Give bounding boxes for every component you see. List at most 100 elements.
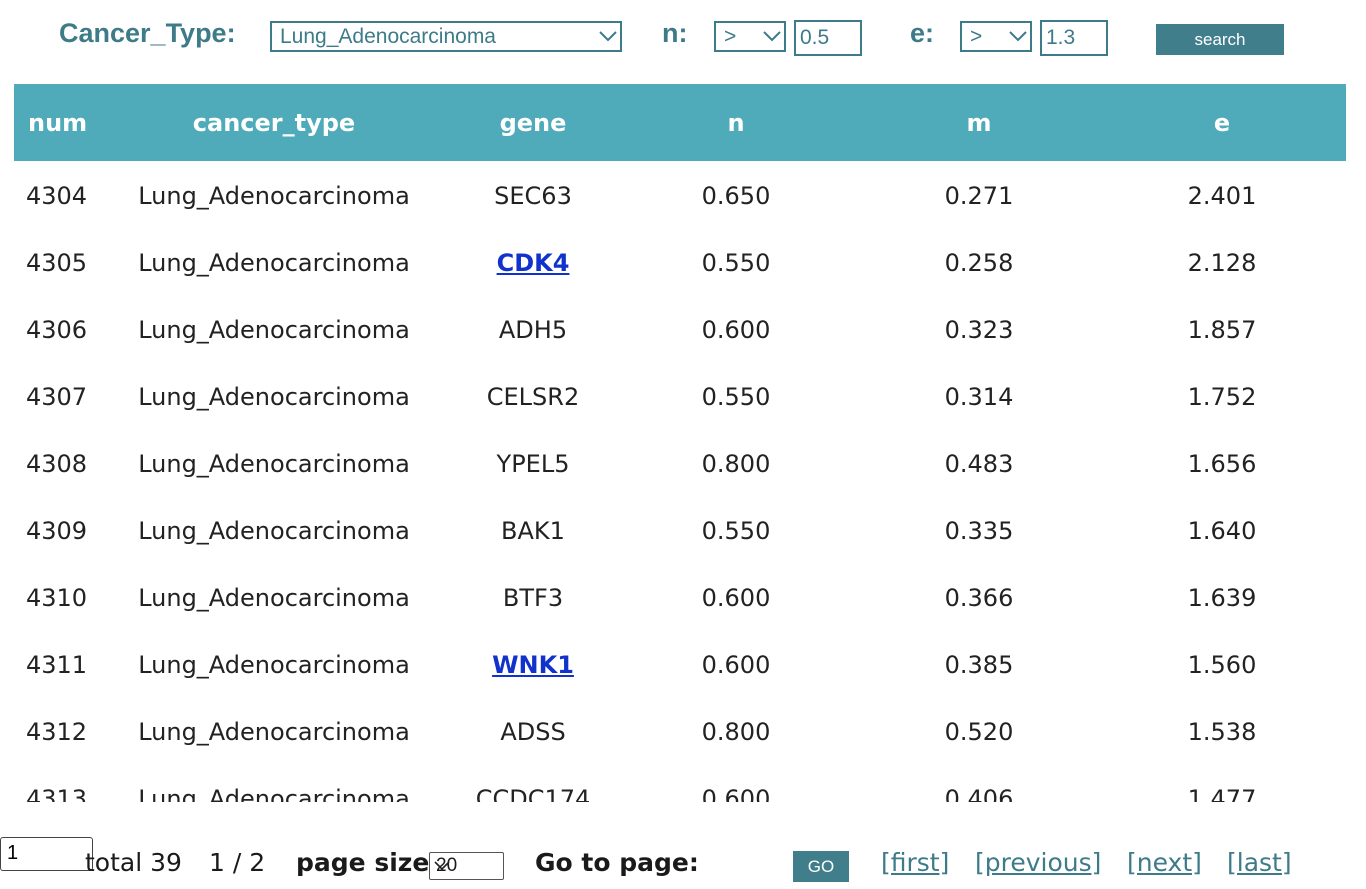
cancer-type-select-value: Lung_Adenocarcinoma bbox=[280, 24, 496, 48]
cell-cancer-type: Lung_Adenocarcinoma bbox=[138, 449, 410, 478]
cell-gene: BAK1 bbox=[501, 516, 565, 545]
header-cancer-type[interactable]: cancer_type bbox=[136, 109, 412, 137]
cell-n: 0.600 bbox=[701, 583, 771, 612]
cell-n: 0.600 bbox=[701, 650, 771, 679]
e-value-input[interactable] bbox=[1040, 20, 1108, 56]
go-button[interactable]: GO bbox=[793, 851, 849, 882]
cell-e: 1.752 bbox=[1187, 382, 1257, 411]
cell-num: 4307 bbox=[26, 382, 88, 411]
e-operator-select[interactable]: > bbox=[960, 21, 1032, 52]
cell-m: 0.314 bbox=[944, 382, 1014, 411]
cell-gene: WNK1 bbox=[412, 651, 654, 679]
chevron-down-icon bbox=[1006, 31, 1030, 42]
table-row: 4313 Lung_Adenocarcinoma CCDC174 0.600 0.406… bbox=[14, 765, 1346, 803]
chevron-down-icon bbox=[760, 31, 784, 42]
n-label: n: bbox=[662, 18, 688, 48]
cell-e: 1.640 bbox=[1187, 516, 1257, 545]
cell-gene: CDK4 bbox=[412, 249, 654, 277]
cell-e: 1.857 bbox=[1187, 315, 1257, 344]
table-row: 4310 Lung_Adenocarcinoma BTF3 0.600 0.366 1.6… bbox=[14, 564, 1346, 631]
cell-n: 0.600 bbox=[701, 784, 771, 803]
cell-m: 0.366 bbox=[944, 583, 1014, 612]
cell-num: 4308 bbox=[26, 449, 88, 478]
page-size-select[interactable]: 20 bbox=[429, 852, 504, 880]
cell-e: 1.477 bbox=[1187, 784, 1257, 803]
chevron-down-icon bbox=[430, 861, 454, 871]
cell-e: 1.656 bbox=[1187, 449, 1257, 478]
table-row: 4304 Lung_Adenocarcinoma SEC63 0.650 0.271 2.… bbox=[14, 162, 1346, 229]
cell-gene: CCDC174 bbox=[475, 784, 591, 803]
cell-num: 4311 bbox=[26, 650, 88, 679]
cell-n: 0.650 bbox=[701, 181, 771, 210]
table-row: 4307 Lung_Adenocarcinoma CELSR2 0.550 0.314 1… bbox=[14, 363, 1346, 430]
cell-cancer-type: Lung_Adenocarcinoma bbox=[138, 784, 410, 803]
cell-n: 0.800 bbox=[701, 717, 771, 746]
cell-cancer-type: Lung_Adenocarcinoma bbox=[138, 248, 410, 277]
cell-gene: ADH5 bbox=[498, 315, 568, 344]
header-e[interactable]: e bbox=[1140, 109, 1304, 137]
e-operator-value: > bbox=[970, 24, 983, 48]
header-m[interactable]: m bbox=[818, 109, 1140, 137]
n-operator-value: > bbox=[724, 24, 737, 48]
cancer-type-select[interactable]: Lung_Adenocarcinoma bbox=[270, 21, 622, 52]
previous-page-link[interactable]: [previous] bbox=[975, 848, 1101, 877]
search-button[interactable]: search bbox=[1156, 24, 1284, 55]
cell-e: 1.639 bbox=[1187, 583, 1257, 612]
e-label: e: bbox=[910, 18, 935, 48]
cell-e: 2.128 bbox=[1187, 248, 1257, 277]
chevron-down-icon bbox=[596, 31, 620, 42]
cell-cancer-type: Lung_Adenocarcinoma bbox=[138, 516, 410, 545]
cell-m: 0.271 bbox=[944, 181, 1014, 210]
table-row: 4312 Lung_Adenocarcinoma ADSS 0.800 0.520 1.5… bbox=[14, 698, 1346, 765]
cell-e: 1.538 bbox=[1187, 717, 1257, 746]
n-value-input[interactable] bbox=[794, 20, 862, 56]
table-row: 4308 Lung_Adenocarcinoma YPEL5 0.800 0.483 1.… bbox=[14, 430, 1346, 497]
table-row: 4309 Lung_Adenocarcinoma BAK1 0.550 0.335 1.6… bbox=[14, 497, 1346, 564]
go-to-page-input[interactable] bbox=[0, 836, 93, 871]
header-num[interactable]: num bbox=[14, 109, 136, 137]
cell-num: 4312 bbox=[26, 717, 88, 746]
total-count: total 39 bbox=[85, 848, 182, 877]
cell-cancer-type: Lung_Adenocarcinoma bbox=[138, 181, 410, 210]
cell-cancer-type: Lung_Adenocarcinoma bbox=[138, 315, 410, 344]
gene-link[interactable]: WNK1 bbox=[492, 651, 574, 679]
cell-gene: ADSS bbox=[500, 717, 566, 746]
cell-n: 0.550 bbox=[701, 382, 771, 411]
cell-m: 0.483 bbox=[944, 449, 1014, 478]
cell-e: 1.560 bbox=[1187, 650, 1257, 679]
cell-num: 4305 bbox=[26, 248, 88, 277]
cell-n: 0.550 bbox=[701, 516, 771, 545]
cell-num: 4306 bbox=[26, 315, 88, 344]
cancer-type-label: Cancer_Type: bbox=[59, 18, 236, 48]
header-gene[interactable]: gene bbox=[412, 109, 654, 137]
cell-num: 4309 bbox=[26, 516, 88, 545]
cell-m: 0.406 bbox=[944, 784, 1014, 803]
table-row: 4305 Lung_Adenocarcinoma CDK4 0.550 0.258 2.1… bbox=[14, 229, 1346, 296]
cell-gene: YPEL5 bbox=[496, 449, 570, 478]
first-page-link[interactable]: [first] bbox=[881, 848, 949, 877]
cell-m: 0.385 bbox=[944, 650, 1014, 679]
cell-gene: BTF3 bbox=[502, 583, 564, 612]
pagination-bar: total 39 1 / 2 page size: 20 Go to page:… bbox=[0, 836, 1366, 886]
last-page-link[interactable]: [last] bbox=[1227, 848, 1292, 877]
cell-n: 0.600 bbox=[701, 315, 771, 344]
filter-bar: Cancer_Type: Lung_Adenocarcinoma n: > e:… bbox=[0, 0, 1366, 80]
cell-cancer-type: Lung_Adenocarcinoma bbox=[138, 382, 410, 411]
table-header: num cancer_type gene n m e bbox=[14, 84, 1346, 161]
header-n[interactable]: n bbox=[654, 109, 818, 137]
cell-gene: CELSR2 bbox=[486, 382, 580, 411]
go-to-page-label: Go to page: bbox=[535, 848, 699, 877]
cell-e: 2.401 bbox=[1187, 181, 1257, 210]
cell-m: 0.323 bbox=[944, 315, 1014, 344]
cell-num: 4304 bbox=[26, 181, 88, 210]
cell-n: 0.550 bbox=[701, 248, 771, 277]
cell-num: 4310 bbox=[26, 583, 88, 612]
table-row: 4306 Lung_Adenocarcinoma ADH5 0.600 0.323 1.8… bbox=[14, 296, 1346, 363]
cell-num: 4313 bbox=[26, 784, 88, 803]
n-operator-select[interactable]: > bbox=[714, 21, 786, 52]
next-page-link[interactable]: [next] bbox=[1127, 848, 1202, 877]
cell-cancer-type: Lung_Adenocarcinoma bbox=[138, 650, 410, 679]
gene-link[interactable]: CDK4 bbox=[497, 249, 570, 277]
cell-m: 0.520 bbox=[944, 717, 1014, 746]
page-indicator: 1 / 2 bbox=[209, 848, 266, 877]
